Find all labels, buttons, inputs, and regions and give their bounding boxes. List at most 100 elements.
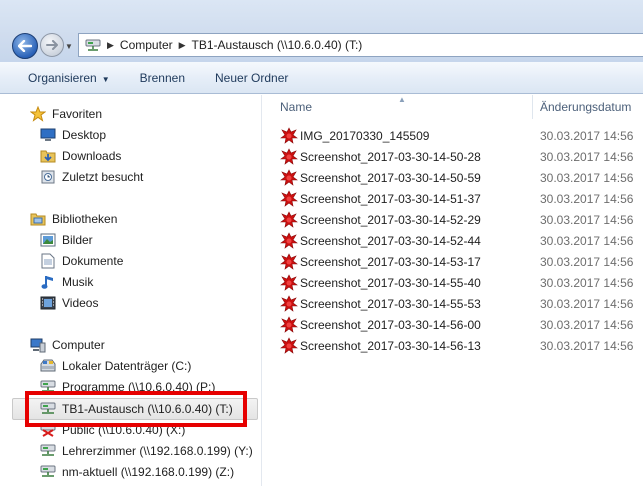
nav-item-desktop[interactable]: Desktop <box>40 125 106 145</box>
computer-icon <box>30 337 46 353</box>
file-modified-date: 30.03.2017 14:56 <box>540 317 634 332</box>
file-modified-date: 30.03.2017 14:56 <box>540 212 634 227</box>
nav-item-label: nm-aktuell (\\192.168.0.199) (Z:) <box>62 465 235 479</box>
file-row[interactable]: Screenshot_2017-03-30-14-52-29 30.03.2017… <box>263 209 643 230</box>
address-field[interactable]: ▶ Computer ▶ TB1-Austausch (\\10.6.0.40)… <box>78 33 643 57</box>
column-header-name[interactable]: Name <box>280 95 312 119</box>
nav-libraries-label: Bibliotheken <box>52 212 118 226</box>
downloads-folder-icon <box>40 148 56 164</box>
file-modified-date: 30.03.2017 14:56 <box>540 191 634 206</box>
file-list-pane: ▲ Name Änderungsdatum IMG_20170330_14550… <box>263 95 643 486</box>
column-header-date[interactable]: Änderungsdatum <box>540 95 631 119</box>
image-file-icon <box>280 148 298 166</box>
nav-item-label: Desktop <box>62 128 107 142</box>
organize-button[interactable]: Organisieren ▼ <box>28 71 110 85</box>
nav-item-label: Downloads <box>62 149 122 163</box>
image-file-icon <box>280 127 298 145</box>
recent-pages-dropdown[interactable]: ▼ <box>65 42 73 51</box>
nav-item-label: Lehrerzimmer (\\192.168.0.199) (Y:) <box>62 444 253 458</box>
nav-item-label: Bilder <box>62 233 93 247</box>
nav-item-recent-places[interactable]: Zuletzt besucht <box>40 167 143 187</box>
burn-button[interactable]: Brennen <box>140 71 185 85</box>
breadcrumb-computer[interactable]: Computer <box>120 38 173 52</box>
nav-item-label: Lokaler Datenträger (C:) <box>62 359 192 373</box>
image-file-icon <box>280 295 298 313</box>
file-name: Screenshot_2017-03-30-14-56-00 <box>300 317 481 332</box>
nav-item-label: Musik <box>62 275 94 289</box>
network-drive-icon <box>40 443 56 459</box>
desktop-icon <box>40 127 56 143</box>
file-name: Screenshot_2017-03-30-14-52-44 <box>300 233 481 248</box>
file-name: IMG_20170330_145509 <box>300 128 430 143</box>
file-modified-date: 30.03.2017 14:56 <box>540 233 634 248</box>
file-row[interactable]: IMG_20170330_145509 30.03.2017 14:56 <box>263 125 643 146</box>
nav-item-pictures[interactable]: Bilder <box>40 230 93 250</box>
file-name: Screenshot_2017-03-30-14-50-59 <box>300 170 481 185</box>
forward-button[interactable] <box>40 33 64 57</box>
arrow-right-icon <box>46 40 58 50</box>
file-row[interactable]: Screenshot_2017-03-30-14-55-40 30.03.2017… <box>263 272 643 293</box>
network-drive-icon <box>85 39 101 51</box>
file-modified-date: 30.03.2017 14:56 <box>540 338 634 353</box>
nav-item-label: Zuletzt besucht <box>62 170 144 184</box>
videos-icon <box>40 295 56 311</box>
nav-drive-z[interactable]: nm-aktuell (\\192.168.0.199) (Z:) <box>40 462 234 482</box>
file-row[interactable]: Screenshot_2017-03-30-14-55-53 30.03.2017… <box>263 293 643 314</box>
nav-item-label: Videos <box>62 296 99 310</box>
nav-item-label: Dokumente <box>62 254 124 268</box>
file-row[interactable]: Screenshot_2017-03-30-14-52-44 30.03.2017… <box>263 230 643 251</box>
file-name: Screenshot_2017-03-30-14-50-28 <box>300 149 481 164</box>
file-modified-date: 30.03.2017 14:56 <box>540 296 634 311</box>
file-row[interactable]: Screenshot_2017-03-30-14-51-37 30.03.2017… <box>263 188 643 209</box>
arrow-left-icon <box>18 40 32 52</box>
star-icon <box>30 106 46 122</box>
file-modified-date: 30.03.2017 14:56 <box>540 275 634 290</box>
nav-item-downloads[interactable]: Downloads <box>40 146 121 166</box>
image-file-icon <box>280 274 298 292</box>
breadcrumb-separator[interactable]: ▶ <box>107 40 114 51</box>
nav-item-music[interactable]: Musik <box>40 272 93 292</box>
file-name: Screenshot_2017-03-30-14-52-29 <box>300 212 481 227</box>
new-folder-button[interactable]: Neuer Ordner <box>215 71 288 85</box>
nav-drive-c[interactable]: Lokaler Datenträger (C:) <box>40 356 191 376</box>
nav-computer[interactable]: Computer <box>30 335 105 355</box>
music-icon <box>40 274 56 290</box>
nav-drive-y[interactable]: Lehrerzimmer (\\192.168.0.199) (Y:) <box>40 441 253 461</box>
back-button[interactable] <box>12 33 38 59</box>
file-modified-date: 30.03.2017 14:56 <box>540 170 634 185</box>
library-icon <box>30 211 46 227</box>
nav-favorites[interactable]: Favoriten <box>30 104 102 124</box>
nav-item-videos[interactable]: Videos <box>40 293 98 313</box>
image-file-icon <box>280 232 298 250</box>
documents-icon <box>40 253 56 269</box>
file-name: Screenshot_2017-03-30-14-55-40 <box>300 275 481 290</box>
file-modified-date: 30.03.2017 14:56 <box>540 149 634 164</box>
file-row[interactable]: Screenshot_2017-03-30-14-56-13 30.03.2017… <box>263 335 643 356</box>
sort-ascending-icon: ▲ <box>398 95 406 104</box>
organize-label: Organisieren <box>28 70 97 85</box>
breadcrumb-separator[interactable]: ▶ <box>179 40 186 51</box>
file-row[interactable]: Screenshot_2017-03-30-14-56-00 30.03.2017… <box>263 314 643 335</box>
local-disk-icon <box>40 358 56 374</box>
file-row[interactable]: Screenshot_2017-03-30-14-50-59 30.03.2017… <box>263 167 643 188</box>
file-row[interactable]: Screenshot_2017-03-30-14-50-28 30.03.2017… <box>263 146 643 167</box>
nav-favorites-label: Favoriten <box>52 107 103 121</box>
file-name: Screenshot_2017-03-30-14-51-37 <box>300 191 481 206</box>
image-file-icon <box>280 337 298 355</box>
pictures-icon <box>40 232 56 248</box>
highlight-annotation-box <box>25 391 247 427</box>
file-name: Screenshot_2017-03-30-14-56-13 <box>300 338 481 353</box>
file-name: Screenshot_2017-03-30-14-55-53 <box>300 296 481 311</box>
file-name: Screenshot_2017-03-30-14-53-17 <box>300 254 481 269</box>
nav-item-documents[interactable]: Dokumente <box>40 251 123 271</box>
network-drive-icon <box>40 464 56 480</box>
command-toolbar: Organisieren ▼ Brennen Neuer Ordner <box>0 62 643 94</box>
file-modified-date: 30.03.2017 14:56 <box>540 128 634 143</box>
recent-places-icon <box>40 169 56 185</box>
image-file-icon <box>280 211 298 229</box>
file-row[interactable]: Screenshot_2017-03-30-14-53-17 30.03.2017… <box>263 251 643 272</box>
breadcrumb-current-drive[interactable]: TB1-Austausch (\\10.6.0.40) (T:) <box>192 38 363 52</box>
navigation-pane: Favoriten Desktop Downloads Zuletzt besu… <box>0 95 262 486</box>
nav-libraries[interactable]: Bibliotheken <box>30 209 117 229</box>
column-divider[interactable] <box>532 95 533 119</box>
